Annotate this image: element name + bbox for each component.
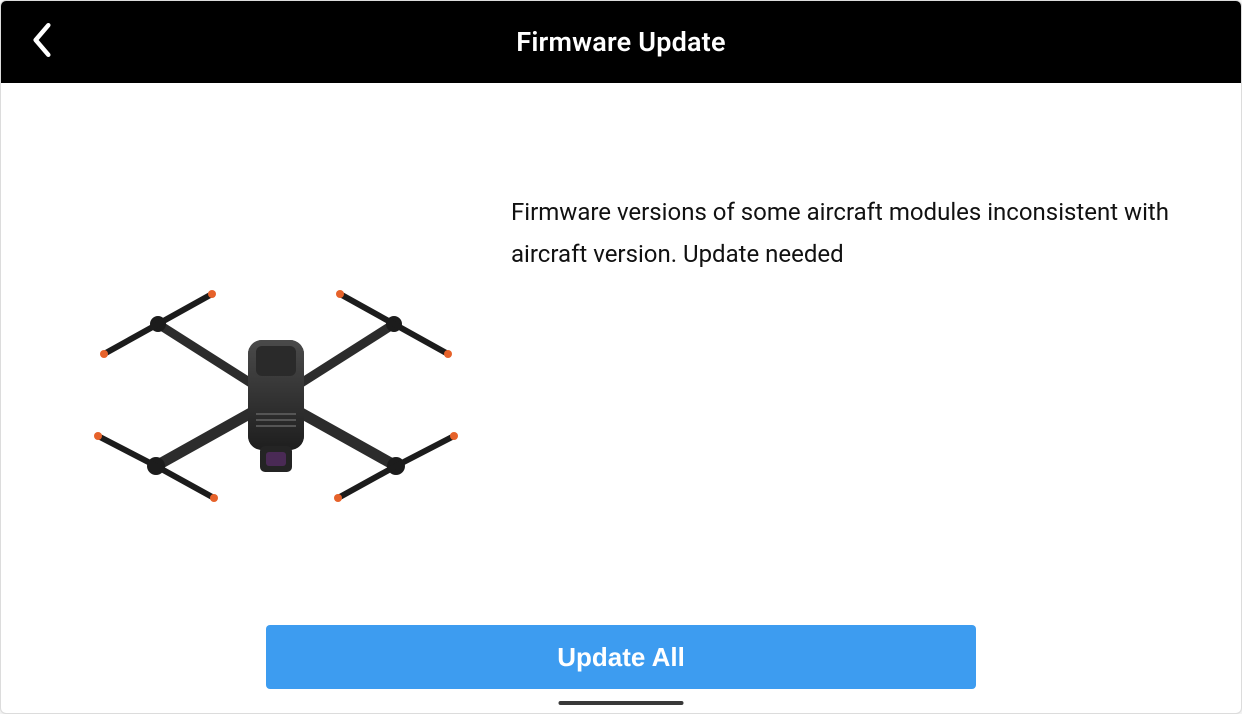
content-area: Firmware versions of some aircraft modul… <box>1 83 1241 625</box>
bottom-action-area: Update All <box>1 625 1241 713</box>
aircraft-image <box>96 294 456 504</box>
chevron-left-icon <box>29 21 55 63</box>
update-all-button[interactable]: Update All <box>266 625 976 689</box>
firmware-update-screen: Firmware Update <box>0 0 1242 714</box>
aircraft-image-column <box>41 123 511 625</box>
page-title: Firmware Update <box>1 26 1241 58</box>
update-all-label: Update All <box>557 642 685 673</box>
home-indicator <box>559 701 684 705</box>
firmware-status-message: Firmware versions of some aircraft modul… <box>511 191 1171 275</box>
titlebar: Firmware Update <box>1 1 1241 83</box>
back-button[interactable] <box>29 1 89 83</box>
message-column: Firmware versions of some aircraft modul… <box>511 123 1201 625</box>
